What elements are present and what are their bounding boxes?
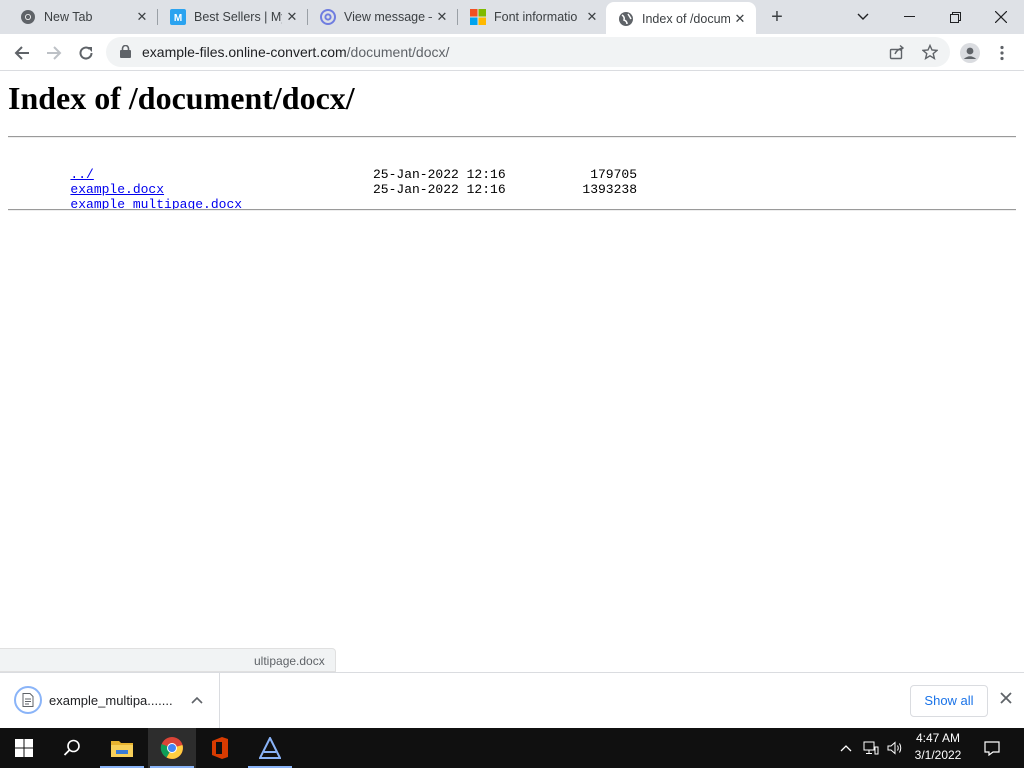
share-icon[interactable] [886,41,908,63]
divider [8,136,1016,138]
taskbar-file-explorer[interactable] [98,728,146,768]
restore-icon [949,11,961,23]
address-bar[interactable]: example-files.online-convert.com/documen… [106,37,950,67]
file-date: 25-Jan-2022 12:16 [373,182,506,197]
file-date: 25-Jan-2022 12:16 [373,167,506,182]
arrow-right-icon [47,46,62,60]
chrome-icon [20,9,36,25]
tab-title: Font informatio [494,10,578,24]
url-path: /document/docx/ [346,44,450,60]
notification-icon [984,740,1000,756]
close-tab-icon[interactable]: ✕ [284,9,300,25]
minimize-button[interactable] [886,0,932,34]
close-tab-icon[interactable]: ✕ [584,9,600,25]
chevron-up-icon [840,745,852,752]
mysite-icon: M [170,9,186,25]
chevron-down-icon [857,13,869,20]
tab-search-button[interactable] [840,0,886,34]
divider [8,209,1016,211]
tab-best-sellers[interactable]: M Best Sellers | My ✕ [158,0,308,34]
network-icon[interactable] [860,728,882,768]
screen: New Tab ✕ M Best Sellers | My ✕ View mes… [0,0,1024,768]
close-window-button[interactable] [978,0,1024,34]
taskbar-app-a[interactable] [246,728,294,768]
notifications-button[interactable] [978,728,1006,768]
forward-button[interactable] [40,39,68,67]
menu-button[interactable] [988,39,1016,67]
download-shelf: example_multipa....... Show all [0,672,1024,729]
minimize-icon [903,16,915,17]
document-file-icon [14,686,42,714]
download-options-button[interactable] [188,691,206,709]
search-icon [63,739,80,756]
start-button[interactable] [0,728,48,768]
download-item[interactable]: example_multipa....... [0,673,220,729]
office-logo-icon [212,737,228,759]
file-listing: ../ example.docx 25-Jan-2022 12:16 17970… [8,152,637,212]
show-hidden-icons-button[interactable] [836,728,856,768]
list-item: example_multipage.docx 25-Jan-2022 12:16… [8,182,637,212]
url-host: example-files.online-convert.com [142,44,347,60]
list-item: ../ [8,152,242,182]
file-size: 179705 [590,167,637,182]
close-icon [995,11,1007,23]
windows-taskbar: 4:47 AM 3/1/2022 [0,728,1024,768]
restore-button[interactable] [932,0,978,34]
windows-logo-icon [15,739,33,757]
close-tab-icon[interactable]: ✕ [134,9,150,25]
search-button[interactable] [48,728,96,768]
link-status-bubble: ultipage.docx [0,648,336,672]
chevron-up-icon [191,696,203,704]
lock-icon[interactable] [120,45,131,58]
volume-icon[interactable] [884,728,906,768]
tab-index-of-docx[interactable]: Index of /docum ✕ [606,2,756,36]
tab-new-tab[interactable]: New Tab ✕ [8,0,158,34]
triangle-app-icon [259,737,281,759]
tab-strip: New Tab ✕ M Best Sellers | My ✕ View mes… [0,0,1024,36]
profile-avatar-icon [960,43,980,63]
folder-icon [111,741,133,757]
file-size: 1393238 [582,182,637,197]
taskbar-office[interactable] [196,728,244,768]
close-download-shelf-button[interactable] [996,690,1016,710]
tab-title: View message – [344,10,432,24]
reload-button[interactable] [72,39,100,67]
system-clock[interactable]: 4:47 AM 3/1/2022 [908,730,968,766]
browser-toolbar: example-files.online-convert.com/documen… [0,34,1024,71]
clock-date: 3/1/2022 [914,748,962,762]
tab-font-information[interactable]: Font informatio ✕ [458,0,608,34]
clock-time: 4:47 AM [915,731,961,745]
bookmark-star-icon[interactable] [919,41,941,63]
tab-title: Index of /docum [642,12,730,26]
close-icon [1000,692,1012,704]
taskbar-chrome[interactable] [148,728,196,768]
tab-title: New Tab [44,10,93,24]
new-tab-button[interactable]: + [766,7,788,27]
reload-icon [79,46,93,60]
back-button[interactable] [8,39,36,67]
profile-button[interactable] [956,39,984,67]
download-filename: example_multipa....... [49,693,173,708]
svg-text:M: M [174,13,182,24]
tab-title: Best Sellers | My [194,10,282,24]
show-all-downloads-button[interactable]: Show all [910,685,988,717]
page-content: Index of /document/docx/ ../ example.doc… [0,72,1024,672]
chrome-logo-icon [160,737,183,759]
page-title: Index of /document/docx/ [8,80,355,116]
url-text[interactable]: example-files.online-convert.com/documen… [142,44,449,60]
three-dots-vertical-icon [1000,45,1004,61]
tab-view-message[interactable]: View message – ✕ [308,0,458,34]
microsoft-logo-icon [470,9,486,25]
arrow-left-icon [14,46,29,60]
list-item: example.docx 25-Jan-2022 12:16 179705 [8,167,637,197]
at-sign-icon [320,9,336,25]
close-tab-icon[interactable]: ✕ [732,11,748,27]
close-tab-icon[interactable]: ✕ [434,9,450,25]
globe-icon [618,11,634,27]
